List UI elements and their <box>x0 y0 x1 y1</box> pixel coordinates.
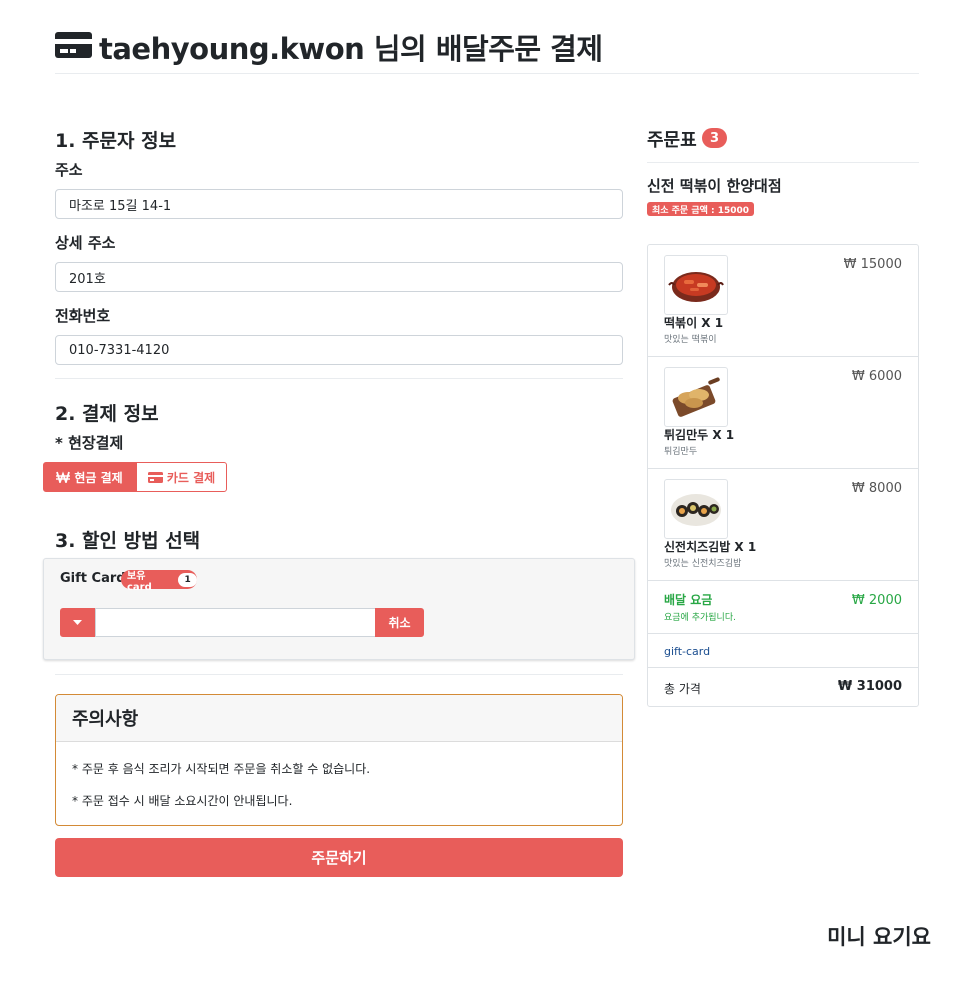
item-price: ₩ 8000 <box>851 481 902 496</box>
cart-list: ₩ 15000 떡볶이 X 1 맛있는 떡볶이 ₩ 6000 튀김만두 X 1 … <box>647 244 919 707</box>
cash-payment-label: 현금 결제 <box>74 470 123 485</box>
item-price: ₩ 15000 <box>843 257 902 272</box>
item-name: 튀김만두 X 1 <box>664 428 735 442</box>
page-title: taehyoung.kwon 님의 배달주문 결제 <box>99 32 603 66</box>
detail-address-input[interactable] <box>55 262 623 292</box>
payment-method-label: * 현장결제 <box>55 434 124 452</box>
gift-card-dropdown-button[interactable] <box>60 608 95 637</box>
address-input[interactable] <box>55 189 623 219</box>
item-name: 신전치즈김밥 X 1 <box>664 540 757 554</box>
total-value: ₩ 31000 <box>837 679 902 694</box>
cart-item: ₩ 8000 신전치즈김밥 X 1 맛있는 신전치즈김밥 <box>648 469 918 581</box>
detail-address-label: 상세 주소 <box>55 234 116 252</box>
cart-item: ₩ 15000 떡볶이 X 1 맛있는 떡볶이 <box>648 245 918 357</box>
notice-title: 주의사항 <box>56 695 622 742</box>
credit-card-icon <box>55 32 92 58</box>
phone-input[interactable] <box>55 335 623 365</box>
gift-card-input[interactable] <box>95 608 376 637</box>
store-name: 신전 떡볶이 한양대점 <box>647 177 782 195</box>
discount-section-title: 3. 할인 방법 선택 <box>55 530 201 552</box>
caret-down-icon <box>73 620 82 625</box>
gift-card-panel: Gift Card 보유 card 1 취소 <box>43 558 635 660</box>
footer-brand: 미니 요기요 <box>827 925 931 949</box>
phone-label: 전화번호 <box>55 307 111 325</box>
owned-card-badge: 보유 card 1 <box>121 570 197 593</box>
gift-card-row: gift-card <box>648 634 918 668</box>
notice-line: * 주문 후 음식 조리가 시작되면 주문을 취소할 수 없습니다. <box>72 762 371 776</box>
card-payment-label: 카드 결제 <box>166 470 216 485</box>
payment-section-title: 2. 결제 정보 <box>55 403 159 425</box>
orderer-section-title: 1. 주문자 정보 <box>55 130 177 152</box>
delivery-fee-note: 요금에 추가됩니다. <box>664 613 736 623</box>
address-label: 주소 <box>55 161 83 179</box>
item-description: 튀김만두 <box>664 447 698 457</box>
card-payment-button[interactable]: 카드 결제 <box>136 462 227 492</box>
delivery-fee-row: 배달 요금 요금에 추가됩니다. ₩ 2000 <box>648 581 918 634</box>
notice-card: 주의사항 * 주문 후 음식 조리가 시작되면 주문을 취소할 수 없습니다. … <box>55 694 623 826</box>
item-description: 맛있는 신전치즈김밥 <box>664 559 742 569</box>
delivery-fee-label: 배달 요금 <box>664 593 713 607</box>
payment-method-toggle: 현금 결제 카드 결제 <box>43 462 227 492</box>
divider <box>55 674 623 675</box>
gift-card-label: Gift Card <box>60 571 126 586</box>
total-row: 총 가격 ₩ 31000 <box>648 668 918 706</box>
divider <box>55 378 623 379</box>
page-header: taehyoung.kwon 님의 배달주문 결제 <box>55 26 919 74</box>
item-description: 맛있는 떡볶이 <box>664 335 717 345</box>
gift-card-cancel-button[interactable]: 취소 <box>375 608 424 637</box>
fried-dumpling-image <box>664 367 728 427</box>
owned-card-count: 1 <box>178 572 197 587</box>
notice-line: * 주문 접수 시 배달 소요시간이 안내됩니다. <box>72 794 293 808</box>
cart-count-badge: 3 <box>702 128 727 148</box>
gift-card-row-label: gift-card <box>664 645 711 658</box>
won-icon <box>56 471 71 483</box>
tteokbokki-image <box>664 255 728 315</box>
total-label: 총 가격 <box>664 682 701 696</box>
delivery-fee-price: ₩ 2000 <box>851 593 902 608</box>
divider <box>647 162 919 163</box>
min-order-badge: 최소 주문 금액 : 15000 <box>647 202 754 216</box>
owned-card-badge-label: 보유 card <box>127 570 152 593</box>
cash-payment-button[interactable]: 현금 결제 <box>43 462 136 492</box>
order-sheet-title: 주문표 <box>647 130 697 151</box>
place-order-button[interactable]: 주문하기 <box>55 838 623 877</box>
item-name: 떡볶이 X 1 <box>664 316 724 330</box>
cheese-gimbap-image <box>664 479 728 539</box>
item-price: ₩ 6000 <box>851 369 902 384</box>
cart-item: ₩ 6000 튀김만두 X 1 튀김만두 <box>648 357 918 469</box>
credit-card-icon <box>147 471 163 483</box>
